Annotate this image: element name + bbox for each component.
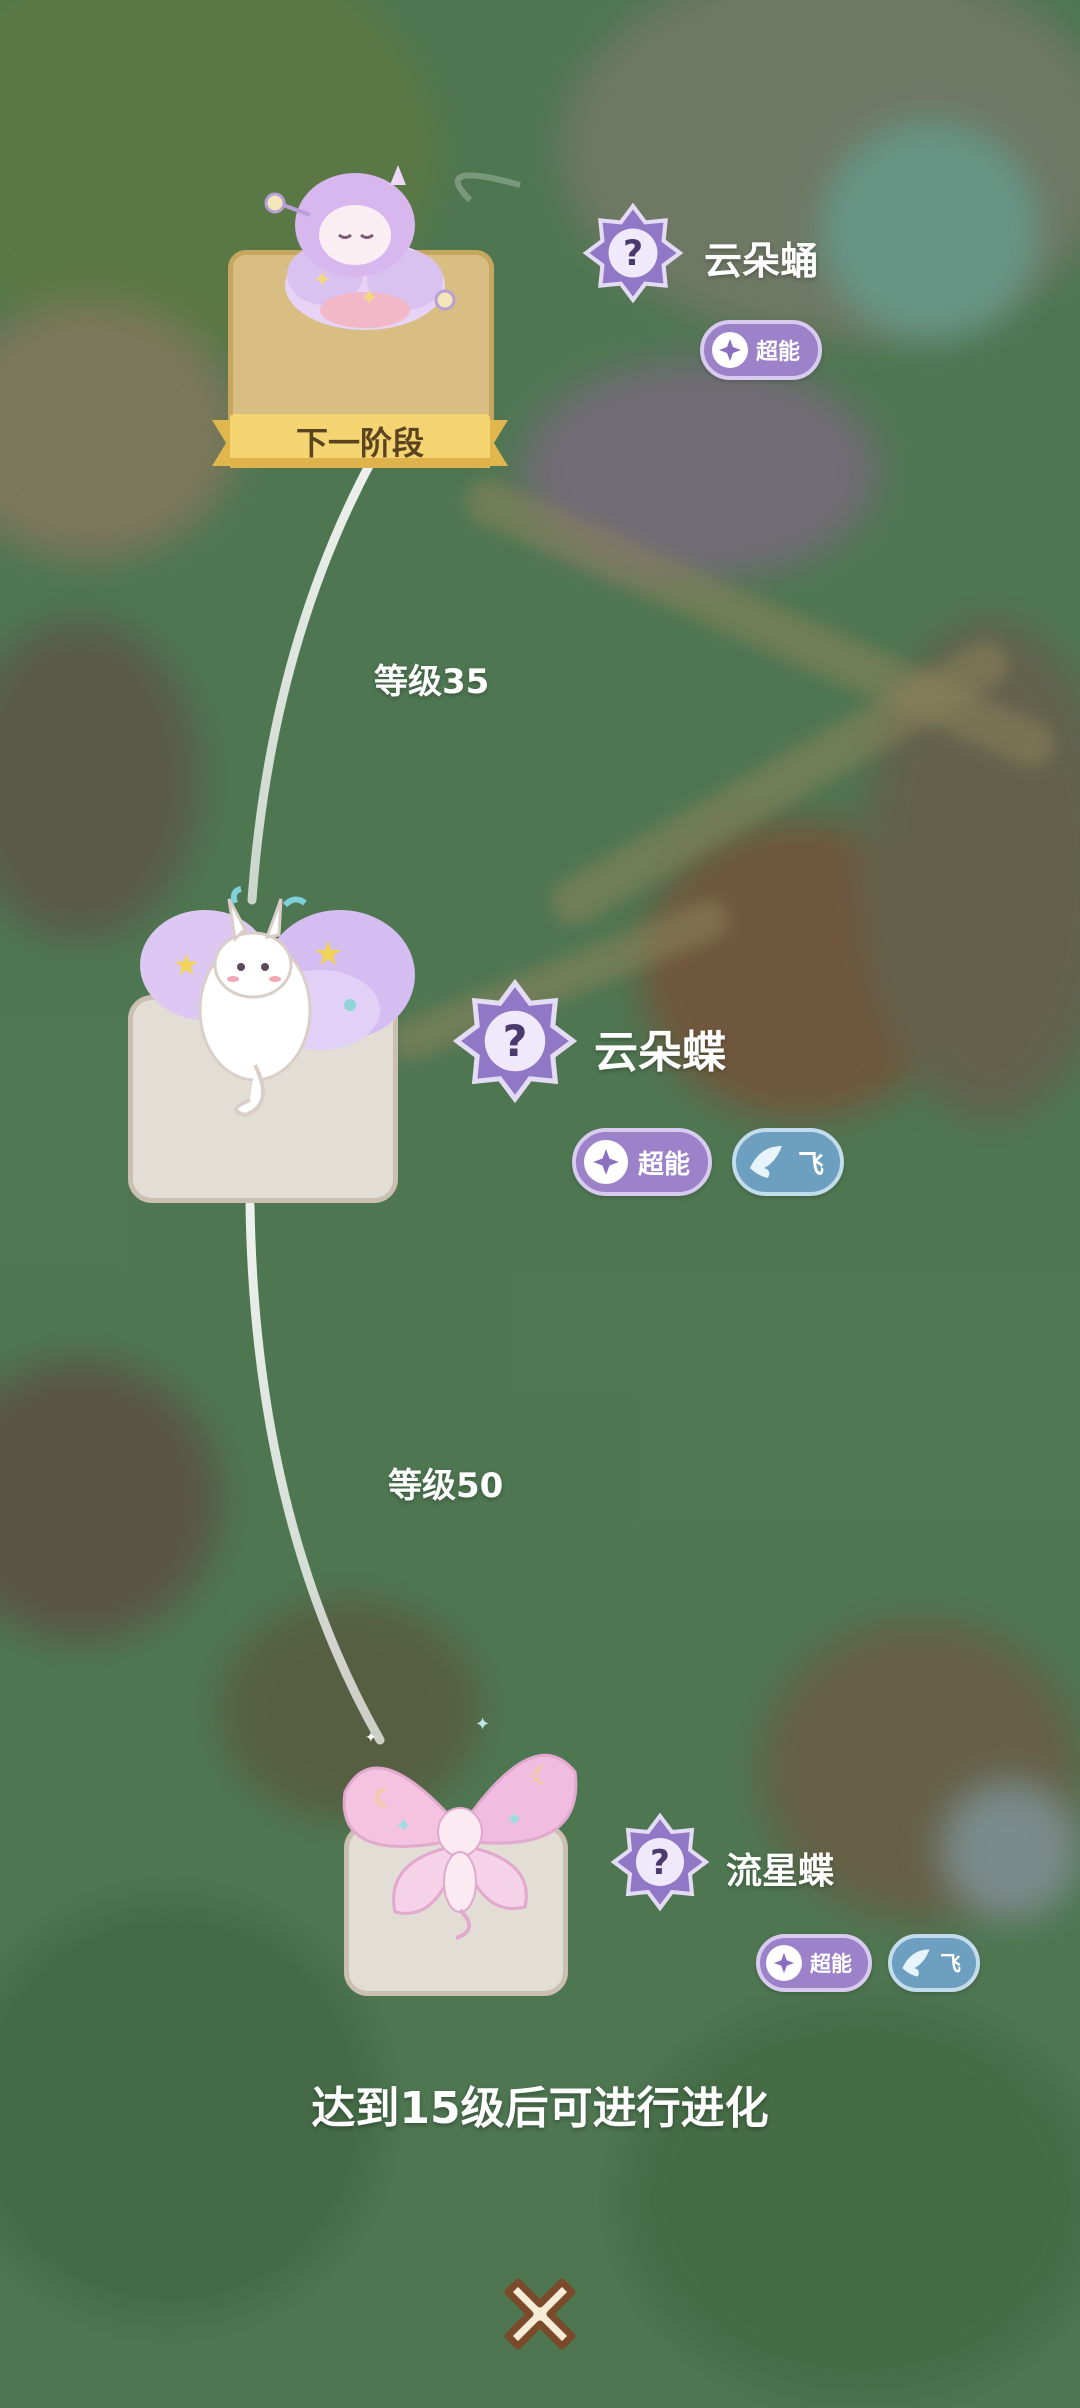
level-requirement-50: 等级50 [388,1466,504,1506]
svg-text:✦: ✦ [365,1730,377,1746]
stage-name-meteor-butterfly: 流星蝶 [726,1851,835,1892]
trait-label: 超能 [638,1149,691,1180]
evolution-hint-text: 达到15级后可进行进化 [311,2083,769,2134]
close-button[interactable] [494,2268,586,2360]
svg-text:✦: ✦ [475,1714,490,1735]
mystery-question-icon: ? [610,1812,710,1912]
wing-icon [898,1945,934,1981]
mystery-question-icon: ? [452,978,578,1104]
svg-text:☾: ☾ [531,1762,553,1790]
psychic-icon [584,1140,628,1184]
svg-text:★: ★ [313,934,343,974]
svg-text:?: ? [503,1017,528,1067]
trait-flying-badge: 飞 [888,1934,980,1992]
trait-label: 飞 [798,1149,825,1180]
svg-text:✦: ✦ [395,1813,412,1837]
trait-label: 超能 [756,340,801,365]
trait-label: 超能 [810,1952,852,1976]
svg-text:✦: ✦ [313,268,331,293]
evolution-path-line [245,172,521,1745]
trait-psychic-badge: 超能 [700,320,822,380]
svg-text:?: ? [623,234,643,274]
stage-name-cloud-butterfly: 云朵蝶 [594,1027,726,1078]
trait-label: 飞 [940,1952,961,1976]
svg-text:?: ? [650,1843,670,1883]
psychic-icon [712,332,748,368]
svg-text:✦: ✦ [360,286,378,311]
stage-name-cloud-pupa: 云朵蛹 [704,239,819,283]
svg-text:★: ★ [173,948,200,983]
svg-text:☾: ☾ [373,1784,396,1814]
trait-psychic-badge: 超能 [572,1128,712,1196]
level-requirement-35: 等级35 [374,662,490,702]
mystery-question-icon: ? [582,202,684,304]
close-icon [504,2278,576,2350]
svg-text:✦: ✦ [505,1808,523,1833]
trait-flying-badge: 飞 [732,1128,844,1196]
trait-psychic-badge: 超能 [756,1934,872,1992]
cloud-butterfly-creature: ★ ★ [140,886,415,1118]
cloud-pupa-creature: ✦ ✦ [264,165,456,330]
wing-icon [744,1140,788,1184]
psychic-icon [766,1945,802,1981]
next-stage-label: 下一阶段 [295,424,424,462]
meteor-butterfly-creature: ☾ ☾ ✦ ✦ ✦ ✦ [342,1714,578,1940]
